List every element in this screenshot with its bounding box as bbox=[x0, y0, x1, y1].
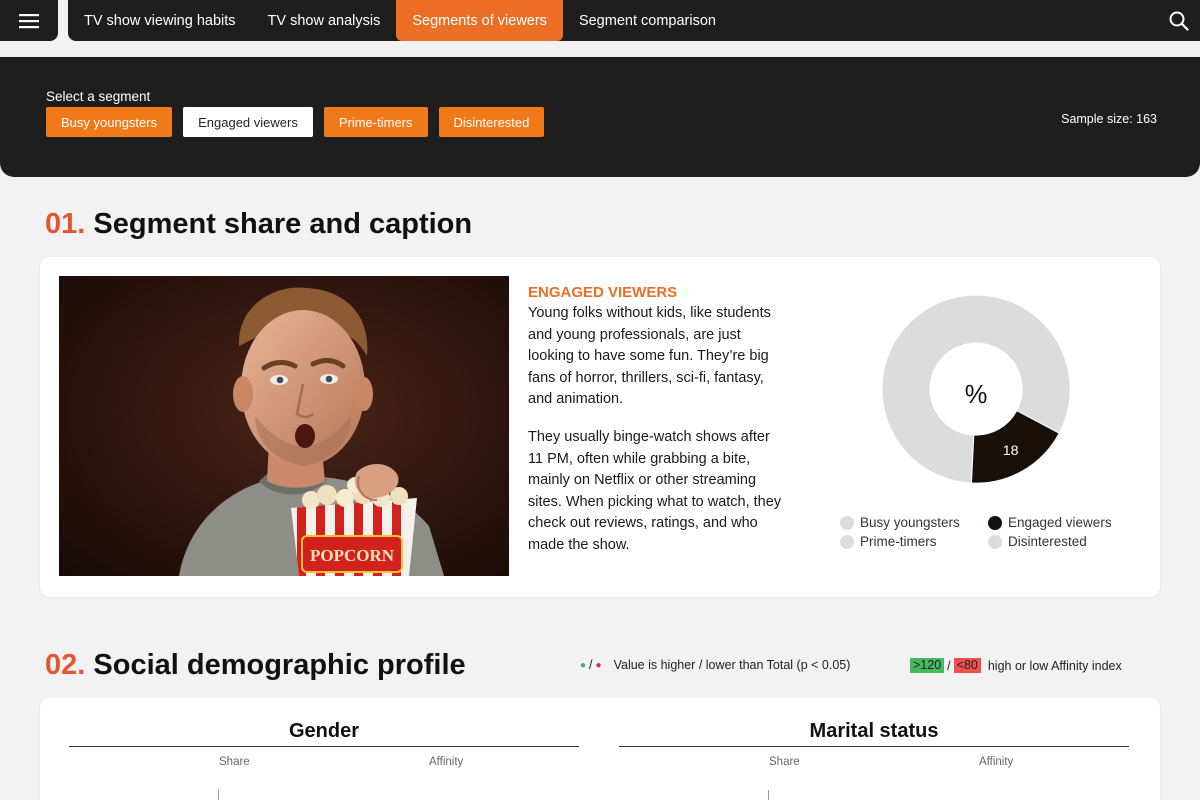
red-dot-icon: ● bbox=[595, 659, 602, 671]
segment-share-donut-chart: % 18 bbox=[882, 295, 1071, 484]
section-number: 02. bbox=[45, 649, 86, 681]
tab-tv-show-viewing-habits[interactable]: TV show viewing habits bbox=[68, 0, 252, 41]
segment-photo: POPCORN bbox=[59, 276, 509, 576]
legend-separator: / bbox=[947, 658, 951, 673]
significance-text: Value is higher / lower than Total (p < … bbox=[613, 658, 851, 672]
tab-segment-comparison[interactable]: Segment comparison bbox=[563, 0, 732, 41]
segment-button-disinterested[interactable]: Disinterested bbox=[438, 107, 545, 137]
segment-button-prime-timers[interactable]: Prime-timers bbox=[323, 107, 428, 137]
caption-heading: ENGAGED VIEWERS bbox=[528, 284, 678, 301]
tab-segments-of-viewers[interactable]: Segments of viewers bbox=[396, 0, 563, 41]
green-dot-icon: ● bbox=[580, 659, 587, 671]
caption-paragraph-2: They usually binge-watch shows after 11 … bbox=[528, 428, 782, 553]
gender-subheader: Share Affinity bbox=[69, 747, 579, 771]
donut-legend: Busy youngsters Engaged viewers Prime-ti… bbox=[840, 515, 1128, 549]
demographic-profile-card: Gender Share Affinity Marital status Sha… bbox=[40, 698, 1160, 800]
legend-item-disinterested: Disinterested bbox=[988, 534, 1128, 549]
legend-dot bbox=[988, 515, 1002, 530]
affinity-low-chip: <80 bbox=[953, 658, 981, 673]
section-title-social-demographic: 02. Social demographic profile bbox=[45, 649, 466, 682]
affinity-header: Affinity bbox=[429, 756, 464, 768]
search-icon bbox=[1169, 11, 1189, 31]
segment-button-engaged-viewers[interactable]: Engaged viewers bbox=[183, 107, 313, 137]
affinity-high-chip: >120 bbox=[910, 658, 945, 673]
marital-status-title: Marital status bbox=[619, 720, 1129, 747]
legend-item-busy-youngsters: Busy youngsters bbox=[840, 515, 988, 530]
marital-status-axis-line bbox=[768, 790, 769, 800]
search-button[interactable] bbox=[1168, 0, 1190, 41]
donut-value-label: 18 bbox=[1003, 443, 1019, 459]
segment-panel: Select a segment Busy youngsters Engaged… bbox=[0, 57, 1200, 177]
donut-center-symbol: % bbox=[965, 381, 988, 409]
section-title-text: Social demographic profile bbox=[93, 649, 466, 681]
segment-button-group: Busy youngsters Engaged viewers Prime-ti… bbox=[46, 107, 545, 137]
legend-dot bbox=[840, 534, 854, 549]
tab-tv-show-analysis[interactable]: TV show analysis bbox=[252, 0, 397, 41]
legend-dot bbox=[840, 515, 854, 530]
marital-status-subheader: Share Affinity bbox=[619, 747, 1129, 771]
top-nav: TV show viewing habits TV show analysis … bbox=[68, 0, 1200, 41]
gender-column: Gender Share Affinity bbox=[69, 720, 579, 771]
gender-title: Gender bbox=[69, 720, 579, 747]
affinity-text: high or low Affinity index bbox=[987, 658, 1122, 673]
marital-status-column: Marital status Share Affinity bbox=[619, 720, 1129, 771]
legend-label: Prime-timers bbox=[860, 534, 937, 549]
legend-label: Engaged viewers bbox=[1008, 515, 1112, 530]
caption-paragraph-1: Young folks without kids, like students … bbox=[528, 305, 771, 408]
man-eating-popcorn-image: POPCORN bbox=[59, 276, 509, 576]
affinity-legend: >120 / <80 high or low Affinity index bbox=[910, 658, 1122, 673]
gender-axis-line bbox=[218, 790, 219, 800]
legend-item-prime-timers: Prime-timers bbox=[840, 534, 988, 549]
share-header: Share bbox=[219, 756, 250, 768]
share-header: Share bbox=[769, 756, 800, 768]
affinity-header: Affinity bbox=[979, 756, 1014, 768]
segment-share-card: POPCORN ENGAGED VIEWERS Young folks with… bbox=[40, 257, 1160, 597]
section-title-text: Segment share and caption bbox=[93, 208, 473, 240]
legend-label: Busy youngsters bbox=[860, 515, 960, 530]
segment-select-label: Select a segment bbox=[46, 89, 151, 104]
popcorn-label: POPCORN bbox=[310, 546, 395, 565]
legend-separator: / bbox=[589, 658, 593, 672]
legend-item-engaged-viewers: Engaged viewers bbox=[988, 515, 1128, 530]
significance-legend: ● / ● Value is higher / lower than Total… bbox=[580, 658, 850, 672]
segment-caption: ENGAGED VIEWERS Young folks without kids… bbox=[528, 283, 783, 557]
legend-label: Disinterested bbox=[1008, 534, 1087, 549]
sample-size: Sample size: 163 bbox=[1061, 112, 1157, 126]
section-title-segment-share: 01. Segment share and caption bbox=[45, 208, 472, 241]
segment-button-busy-youngsters[interactable]: Busy youngsters bbox=[46, 107, 173, 137]
hamburger-icon bbox=[19, 13, 39, 28]
legend-dot bbox=[988, 534, 1002, 549]
hamburger-menu-button[interactable] bbox=[0, 0, 58, 41]
section-number: 01. bbox=[45, 208, 86, 240]
